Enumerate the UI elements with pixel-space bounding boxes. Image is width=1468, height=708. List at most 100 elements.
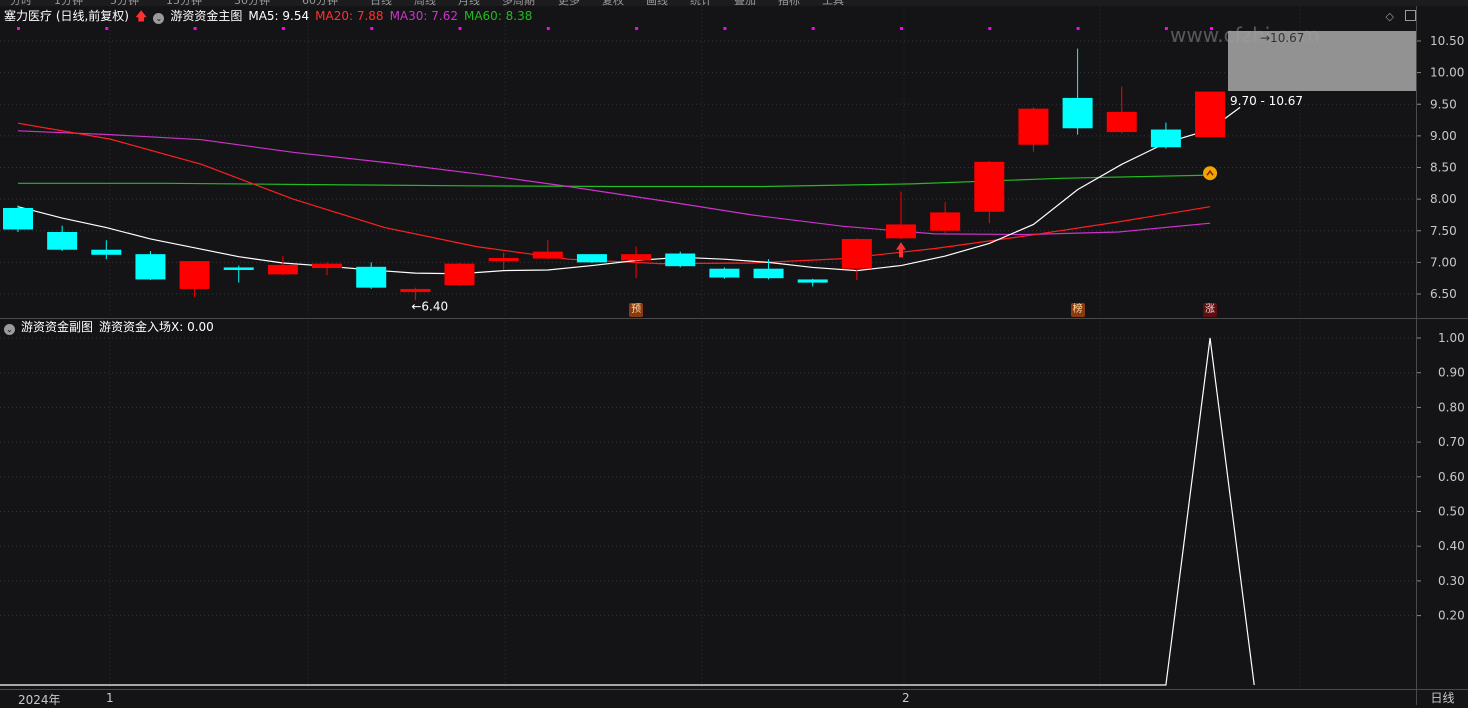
candle-body <box>3 207 33 230</box>
sub-chart-header: ⌄ 游资资金副图 游资资金入场X: 0.00 <box>4 318 220 336</box>
signal-dot <box>811 27 815 30</box>
candle <box>841 238 872 281</box>
signal-dot <box>546 27 550 30</box>
candle <box>91 240 122 260</box>
candle-body <box>312 263 343 269</box>
candle-body <box>665 253 696 267</box>
ma5-label: MA5: 9.54 <box>248 9 310 23</box>
signal-dot <box>1076 27 1080 30</box>
high-price-marker: →10.67 <box>1260 31 1304 45</box>
kline-chart: 10.50 10.00 9.50 9.00 8.50 8.00 7.50 7.00 6.50 1.… <box>0 6 1465 689</box>
candle <box>223 265 254 283</box>
candle <box>444 263 475 286</box>
collapse-icon[interactable]: ⌄ <box>4 324 15 335</box>
up-arrow-icon: 🡅 <box>135 9 148 23</box>
main-indicator-name[interactable]: 游资资金主图 <box>170 9 242 23</box>
signal-tag[interactable]: 榜 <box>1070 303 1085 317</box>
candle <box>356 262 387 289</box>
signal-dot <box>193 27 197 30</box>
sub-indicator-name[interactable]: 游资资金副图 <box>21 320 93 334</box>
candle <box>797 278 828 287</box>
buy-arrow-icon <box>896 242 906 258</box>
signal-dot <box>900 27 903 30</box>
price-tick-label: 7.00 <box>1430 255 1457 269</box>
candle <box>665 251 696 268</box>
candle <box>576 254 607 264</box>
time-axis: 2024年 1 2 <box>0 689 1416 707</box>
candle-body <box>488 257 519 262</box>
price-tick-label: 9.50 <box>1430 97 1457 111</box>
candle <box>488 252 519 270</box>
candle-body <box>886 224 916 239</box>
price-tick-label: 9.00 <box>1430 129 1457 143</box>
time-axis-label: 1 <box>106 691 114 705</box>
candle-body <box>1150 129 1181 148</box>
ma60-line <box>18 174 1211 188</box>
signal-tag[interactable]: 涨 <box>1203 303 1218 317</box>
price-tick-label: 10.50 <box>1430 34 1464 48</box>
price-tick-label: 10.00 <box>1430 66 1464 80</box>
candle-body <box>1106 111 1137 133</box>
candle-body <box>356 266 387 288</box>
range-label: 9.70 - 10.67 <box>1230 94 1303 108</box>
signal-dot <box>105 27 109 30</box>
signal-dot <box>1164 27 1168 30</box>
candle-body <box>179 261 210 289</box>
candle <box>532 240 563 260</box>
signal-dot <box>17 27 20 30</box>
ma20-label: MA20: 7.88 <box>315 9 384 23</box>
ma60-label: MA60: 8.38 <box>463 9 533 23</box>
low-price-marker: ←6.40 <box>411 299 448 313</box>
window-toggle-icon[interactable] <box>1405 10 1416 21</box>
candle-body <box>223 267 254 270</box>
sub-tick-label: 0.90 <box>1438 366 1465 380</box>
collapse-icon[interactable]: ⌄ <box>153 13 165 24</box>
signal-dot <box>281 27 285 30</box>
candle <box>1018 107 1049 152</box>
price-tick-label: 6.50 <box>1430 287 1457 301</box>
candle <box>179 261 210 298</box>
candle <box>709 267 740 279</box>
price-tick-label: 7.50 <box>1430 224 1457 238</box>
signal-dot <box>723 27 727 30</box>
candle-body <box>1018 108 1049 145</box>
diamond-icon[interactable]: ◇ <box>1386 10 1394 23</box>
candle-body <box>930 212 961 231</box>
time-axis-label: 2024年 <box>18 693 61 707</box>
candle <box>1062 48 1093 135</box>
sub-tick-label: 0.50 <box>1438 505 1465 519</box>
candle-body <box>47 232 78 250</box>
candle <box>47 225 78 251</box>
time-axis-label: 2 <box>902 691 910 705</box>
candle-body <box>576 254 607 263</box>
candle <box>1106 86 1137 134</box>
candle <box>1195 91 1226 138</box>
period-label[interactable]: 日线 <box>1417 689 1468 706</box>
candle-body <box>621 254 652 261</box>
candle-body <box>797 279 828 283</box>
candle <box>3 205 33 233</box>
candle-body <box>974 161 1005 212</box>
sub-tick-label: 0.30 <box>1438 574 1465 588</box>
signal-dot <box>458 27 462 30</box>
signal-dot <box>370 27 374 30</box>
candle-body <box>753 268 784 279</box>
candle-body <box>709 268 740 278</box>
sub-tick-label: 0.80 <box>1438 400 1465 414</box>
ma30-line <box>17 130 1211 236</box>
signal-tag[interactable]: 预 <box>629 303 644 317</box>
price-tick-label: 8.50 <box>1430 161 1457 175</box>
ma30-label: MA30: 7.62 <box>389 9 458 23</box>
candle <box>1150 122 1181 149</box>
pane-divider[interactable] <box>0 318 1468 319</box>
candle-body <box>444 263 475 286</box>
candle-body <box>1062 97 1093 129</box>
sub-tick-label: 0.70 <box>1438 435 1465 449</box>
stock-title[interactable]: 塞力医疗 (日线,前复权) <box>4 9 129 23</box>
candle <box>974 161 1005 224</box>
signal-dot <box>988 27 992 30</box>
candle-body <box>841 238 872 269</box>
candle-body <box>91 249 122 255</box>
signal-circle <box>1203 166 1218 181</box>
sub-tick-label: 0.60 <box>1438 470 1465 484</box>
